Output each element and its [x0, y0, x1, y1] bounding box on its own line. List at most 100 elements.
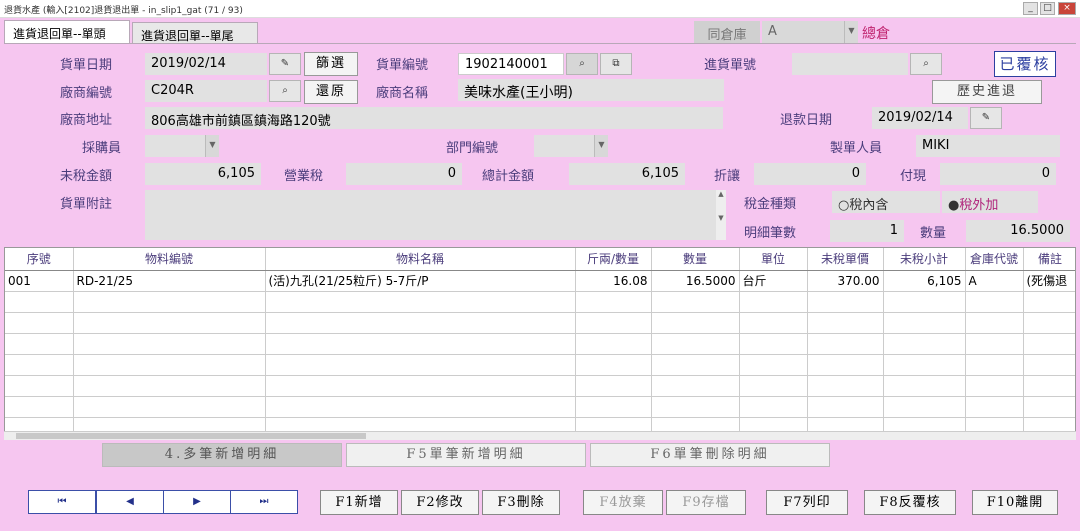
minimize-icon[interactable]: _ — [1023, 2, 1038, 15]
next-record-icon[interactable]: ▶ — [163, 490, 231, 514]
purchase-no-field[interactable] — [792, 53, 908, 75]
cell-qty[interactable]: 16.5000 — [651, 270, 740, 292]
cell-warehouse[interactable]: A — [965, 270, 1024, 292]
restore-button[interactable]: 還原 — [304, 80, 358, 104]
total-field[interactable]: 6,105 — [569, 163, 685, 185]
doc-no-field[interactable]: 1902140001 — [458, 53, 564, 75]
total-label: 總計金額 — [482, 169, 535, 184]
vendor-id-field[interactable]: C204R — [145, 80, 267, 102]
doc-no-copy-icon[interactable]: ⧉ — [600, 53, 632, 75]
table-row[interactable] — [5, 396, 1075, 418]
qty-field: 16.5000 — [966, 220, 1070, 242]
f4-cancel-button[interactable]: F4放棄 — [583, 490, 663, 515]
dept-select[interactable]: ▼ — [534, 135, 608, 157]
cell-remark[interactable]: (死傷退 — [1023, 270, 1075, 292]
purchase-no-search-icon[interactable]: ⌕ — [910, 53, 942, 75]
remark-scrollbar[interactable]: ▲ ▼ — [716, 190, 726, 240]
delete-detail-button[interactable]: F6單筆刪除明細 — [590, 443, 830, 467]
qty-label: 數量 — [920, 226, 947, 241]
detail-count-label: 明細筆數 — [744, 226, 797, 241]
col-header[interactable]: 倉庫代號 — [965, 248, 1024, 271]
doc-date-label: 貨單日期 — [60, 58, 113, 73]
tax-field[interactable]: 0 — [346, 163, 462, 185]
refund-date-picker-icon[interactable]: ✎ — [970, 107, 1002, 129]
cell-item-name[interactable]: (活)九孔(21/25粒斤) 5-7斤/P — [265, 270, 576, 292]
detail-count-field: 1 — [830, 220, 904, 242]
doc-no-search-icon[interactable]: ⌕ — [566, 53, 598, 75]
col-header[interactable]: 單位 — [739, 248, 808, 271]
tax-excl-radio[interactable]: ●稅外加 — [942, 191, 1038, 213]
vendor-addr-field[interactable]: 806高雄市前鎮區鎮海路120號 — [145, 107, 723, 129]
cell-unit[interactable]: 台斤 — [739, 270, 808, 292]
scrollbar-thumb[interactable] — [16, 433, 366, 439]
col-header[interactable]: 物料編號 — [73, 248, 266, 271]
chevron-down-icon[interactable]: ▼ — [594, 135, 608, 157]
col-header[interactable]: 未稅小計 — [883, 248, 966, 271]
cell-weight[interactable]: 16.08 — [575, 270, 652, 292]
refund-date-field[interactable]: 2019/02/14 — [872, 107, 968, 129]
chevron-down-icon[interactable]: ▼ — [844, 21, 858, 43]
col-header[interactable]: 未稅單價 — [807, 248, 884, 271]
tax-label: 營業稅 — [284, 169, 324, 184]
vendor-addr-label: 廠商地址 — [60, 113, 113, 128]
vendor-name-field[interactable]: 美味水產(王小明) — [458, 79, 724, 101]
buyer-select[interactable]: ▼ — [145, 135, 219, 157]
remark-textarea[interactable] — [145, 190, 725, 240]
multi-add-detail-button[interactable]: 4.多筆新增明細 — [102, 443, 342, 467]
radio-off-icon: ○ — [838, 198, 850, 213]
col-header[interactable]: 序號 — [5, 248, 74, 271]
warehouse-value: A — [768, 24, 777, 39]
col-header[interactable]: 斤兩/數量 — [575, 248, 652, 271]
f10-exit-button[interactable]: F10離開 — [972, 490, 1058, 515]
table-row[interactable] — [5, 375, 1075, 397]
cell-unit-price[interactable]: 370.00 — [807, 270, 884, 292]
table-row[interactable]: 001 RD-21/25 (活)九孔(21/25粒斤) 5-7斤/P 16.08… — [5, 270, 1075, 292]
grid-horizontal-scrollbar[interactable] — [4, 431, 1076, 440]
doc-date-field[interactable]: 2019/02/14 — [145, 53, 267, 75]
tab-footer[interactable]: 進貨退回單--單尾 — [132, 22, 258, 44]
cell-subtotal[interactable]: 6,105 — [883, 270, 966, 292]
col-header[interactable]: 物料名稱 — [265, 248, 576, 271]
maximize-icon[interactable]: □ — [1040, 2, 1055, 15]
history-button[interactable]: 歷史進退 — [932, 80, 1042, 104]
chevron-down-icon[interactable]: ▼ — [205, 135, 219, 157]
pretax-field[interactable]: 6,105 — [145, 163, 261, 185]
window-title: 退貨水產 (輸入[2102]退貨退出單 - in_slip1_gat (71 /… — [4, 6, 243, 16]
cell-seq[interactable]: 001 — [5, 270, 74, 292]
warehouse-label: 同倉庫 — [694, 21, 760, 43]
close-icon[interactable]: × — [1058, 2, 1076, 15]
table-row[interactable] — [5, 291, 1075, 313]
detail-grid[interactable]: 序號 物料編號 物料名稱 斤兩/數量 數量 單位 未稅單價 未稅小計 倉庫代號 … — [4, 247, 1076, 439]
doc-date-picker-icon[interactable]: ✎ — [269, 53, 301, 75]
vendor-search-icon[interactable]: ⌕ — [269, 80, 301, 102]
f8-unreview-button[interactable]: F8反覆核 — [864, 490, 956, 515]
f2-edit-button[interactable]: F2修改 — [401, 490, 479, 515]
table-row[interactable] — [5, 333, 1075, 355]
maker-field[interactable]: MIKI — [916, 135, 1060, 157]
f9-save-button[interactable]: F9存檔 — [666, 490, 746, 515]
discount-field[interactable]: 0 — [754, 163, 866, 185]
last-record-icon[interactable]: ⏭ — [230, 490, 298, 514]
col-header[interactable]: 數量 — [651, 248, 740, 271]
buyer-label: 採購員 — [82, 141, 122, 156]
f7-print-button[interactable]: F7列印 — [766, 490, 848, 515]
purchase-no-label: 進貨單號 — [704, 58, 757, 73]
tax-incl-radio[interactable]: ○稅內含 — [832, 191, 940, 213]
warehouse-select[interactable]: A ▼ — [762, 21, 858, 43]
paid-field[interactable]: 0 — [940, 163, 1056, 185]
cell-item-code[interactable]: RD-21/25 — [73, 270, 266, 292]
prev-record-icon[interactable]: ◀ — [96, 490, 164, 514]
tab-header[interactable]: 進貨退回單--單頭 — [4, 20, 130, 44]
table-row[interactable] — [5, 312, 1075, 334]
first-record-icon[interactable]: ⏮ — [28, 490, 96, 514]
filter-button[interactable]: 篩選 — [304, 52, 358, 76]
f1-add-button[interactable]: F1新增 — [320, 490, 398, 515]
single-add-detail-button[interactable]: F5單筆新增明細 — [346, 443, 586, 467]
f3-delete-button[interactable]: F3刪除 — [482, 490, 560, 515]
table-header-row: 序號 物料編號 物料名稱 斤兩/數量 數量 單位 未稅單價 未稅小計 倉庫代號 … — [5, 248, 1075, 271]
table-row[interactable] — [5, 354, 1075, 376]
col-header[interactable]: 備註 — [1023, 248, 1075, 271]
taxtype-label: 稅金種類 — [744, 197, 797, 212]
remark-label: 貨單附註 — [60, 197, 113, 212]
reviewed-button[interactable]: 已覆核 — [994, 51, 1056, 77]
